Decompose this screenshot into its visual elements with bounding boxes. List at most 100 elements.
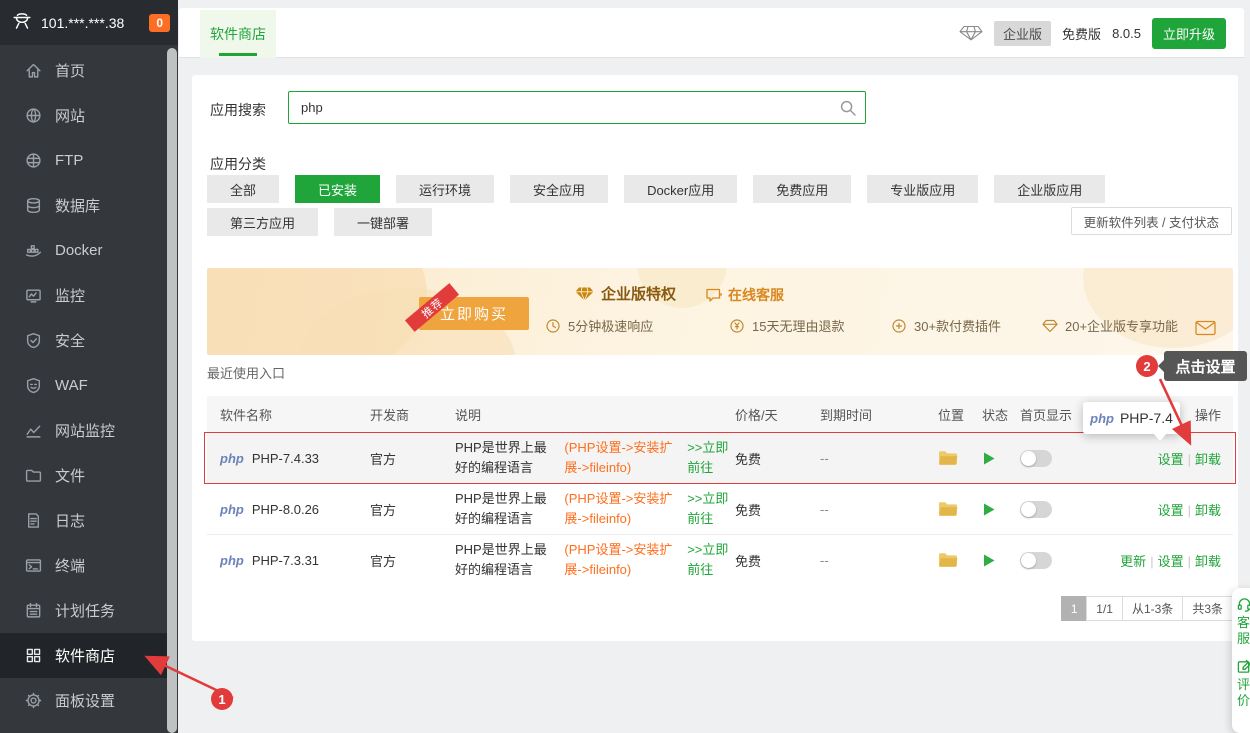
update-software-list-button[interactable]: 更新软件列表 / 支付状态: [1071, 207, 1232, 235]
sidebar-item-label: 计划任务: [55, 600, 115, 621]
homepage-toggle[interactable]: [1020, 501, 1052, 518]
search-input[interactable]: [288, 91, 866, 124]
col-description: 说明: [455, 405, 735, 424]
uninstall-link[interactable]: 卸载: [1195, 452, 1221, 467]
category-enterprise-apps[interactable]: 企业版应用: [994, 175, 1105, 203]
tab-label: 软件商店: [210, 24, 266, 44]
feedback-button[interactable]: 评价: [1237, 659, 1250, 709]
category-security-apps[interactable]: 安全应用: [510, 175, 608, 203]
home-icon: [25, 62, 42, 79]
sidebar-item-label: 首页: [55, 60, 85, 81]
update-link[interactable]: 更新: [1120, 554, 1146, 569]
sidebar-item-site-monitor[interactable]: 网站监控: [0, 408, 168, 453]
settings-link[interactable]: 设置: [1158, 452, 1184, 467]
running-status-icon[interactable]: [982, 451, 1020, 466]
toggle-knob: [1021, 502, 1036, 517]
price: 免费: [735, 449, 820, 468]
top-header: 软件商店 企业版 免费版 8.0.5 立即升级: [179, 8, 1244, 58]
homepage-toggle[interactable]: [1020, 552, 1052, 569]
separator: |: [1188, 554, 1191, 569]
server-ip[interactable]: 101.***.***.38: [41, 15, 124, 31]
sidebar-item-label: 终端: [55, 555, 85, 576]
table-row-php-7331: phpPHP-7.3.31 官方 PHP是世界上最好的编程语言(PHP设置->安…: [207, 534, 1233, 585]
category-label: 应用分类: [210, 154, 266, 174]
category-free-apps[interactable]: 免费应用: [753, 175, 851, 203]
sidebar-item-website[interactable]: 网站: [0, 93, 168, 138]
online-service-link[interactable]: 在线客服: [705, 285, 784, 305]
category-docker-apps[interactable]: Docker应用: [624, 175, 737, 203]
software-table: 软件名称 开发商 说明 价格/天 到期时间 位置 状态 首页显示 操作 phpP…: [207, 396, 1233, 585]
annotation-click-settings-tooltip: 点击设置: [1164, 351, 1247, 381]
sidebar-item-panel-settings[interactable]: 面板设置: [0, 678, 168, 723]
sidebar-scrollbar[interactable]: [167, 48, 177, 733]
mail-icon: [1195, 320, 1216, 336]
search-icon[interactable]: [839, 99, 857, 117]
sidebar-item-label: Docker: [55, 242, 103, 259]
open-folder-icon[interactable]: [938, 552, 982, 568]
upgrade-button[interactable]: 立即升级: [1152, 18, 1226, 49]
software-name: PHP-8.0.26: [252, 502, 319, 517]
feature-refund: 15天无理由退款: [729, 316, 844, 335]
sidebar-item-database[interactable]: 数据库: [0, 183, 168, 228]
sidebar-item-security[interactable]: 安全: [0, 318, 168, 363]
sidebar-item-cron[interactable]: 计划任务: [0, 588, 168, 633]
uninstall-link[interactable]: 卸载: [1195, 503, 1221, 518]
message-badge[interactable]: 0: [149, 14, 170, 32]
sidebar-item-docker[interactable]: Docker: [0, 228, 168, 273]
expire-time: --: [820, 553, 938, 568]
annotation-step-1: 1: [211, 688, 233, 710]
expire-time: --: [820, 451, 938, 466]
sidebar-header: 101.***.***.38 0: [0, 0, 178, 45]
feature-label: 20+企业版专享功能: [1065, 316, 1178, 335]
feedback-label: 评价: [1237, 677, 1250, 709]
sidebar-item-logs[interactable]: 日志: [0, 498, 168, 543]
php-logo: php: [220, 451, 244, 466]
app-grid-icon: [25, 647, 42, 664]
sidebar-item-ftp[interactable]: FTP: [0, 138, 168, 183]
tab-software-store[interactable]: 软件商店: [200, 10, 276, 58]
sidebar-item-app-store[interactable]: 软件商店: [0, 633, 168, 678]
privilege-title: 企业版特权: [575, 283, 676, 304]
buy-now-label: 立即购买: [440, 303, 508, 324]
go-now-link[interactable]: >>立即前往: [687, 489, 735, 529]
uninstall-link[interactable]: 卸载: [1195, 554, 1221, 569]
open-folder-icon[interactable]: [938, 450, 982, 466]
sidebar-item-label: 面板设置: [55, 690, 115, 711]
feature-label: 15天无理由退款: [752, 316, 844, 335]
category-installed[interactable]: 已安装: [295, 175, 380, 203]
col-price: 价格/天: [735, 405, 820, 424]
sidebar: 101.***.***.38 0 首页 网站 FTP 数据库 Docker 监控: [0, 0, 178, 733]
sidebar-item-files[interactable]: 文件: [0, 453, 168, 498]
homepage-toggle[interactable]: [1020, 450, 1052, 467]
feature-response: 5分钟极速响应: [545, 316, 653, 335]
search-field-wrap: [288, 91, 866, 124]
edition-current: 免费版: [1062, 24, 1101, 43]
bt-logo-icon: [11, 12, 33, 34]
col-expire: 到期时间: [820, 405, 938, 424]
category-runtime[interactable]: 运行环境: [396, 175, 494, 203]
page-1-button[interactable]: 1: [1061, 596, 1087, 621]
sidebar-item-terminal[interactable]: 终端: [0, 543, 168, 588]
settings-link[interactable]: 设置: [1158, 554, 1184, 569]
open-folder-icon[interactable]: [938, 501, 982, 517]
separator: |: [1188, 503, 1191, 518]
running-status-icon[interactable]: [982, 553, 1020, 568]
settings-link[interactable]: 设置: [1158, 503, 1184, 518]
sidebar-item-label: 监控: [55, 285, 85, 306]
running-status-icon[interactable]: [982, 502, 1020, 517]
category-pro-apps[interactable]: 专业版应用: [867, 175, 978, 203]
customer-service-button[interactable]: 客服: [1237, 597, 1250, 647]
banner-decoration: [1083, 268, 1233, 348]
category-all[interactable]: 全部: [207, 175, 279, 203]
category-one-click-deploy[interactable]: 一键部署: [334, 208, 432, 236]
log-document-icon: [25, 512, 42, 529]
go-now-link[interactable]: >>立即前往: [687, 438, 735, 478]
go-now-link[interactable]: >>立即前往: [687, 540, 735, 580]
diamond-outline-icon: [1042, 319, 1058, 333]
sidebar-item-monitor[interactable]: 监控: [0, 273, 168, 318]
sidebar-item-waf[interactable]: WAF: [0, 363, 168, 408]
sidebar-item-home[interactable]: 首页: [0, 48, 168, 93]
pagination: 1 1/1 从1-3条 共3条: [1062, 596, 1233, 621]
buy-now-button[interactable]: 立即购买 推荐: [419, 297, 529, 330]
category-thirdparty-apps[interactable]: 第三方应用: [207, 208, 318, 236]
